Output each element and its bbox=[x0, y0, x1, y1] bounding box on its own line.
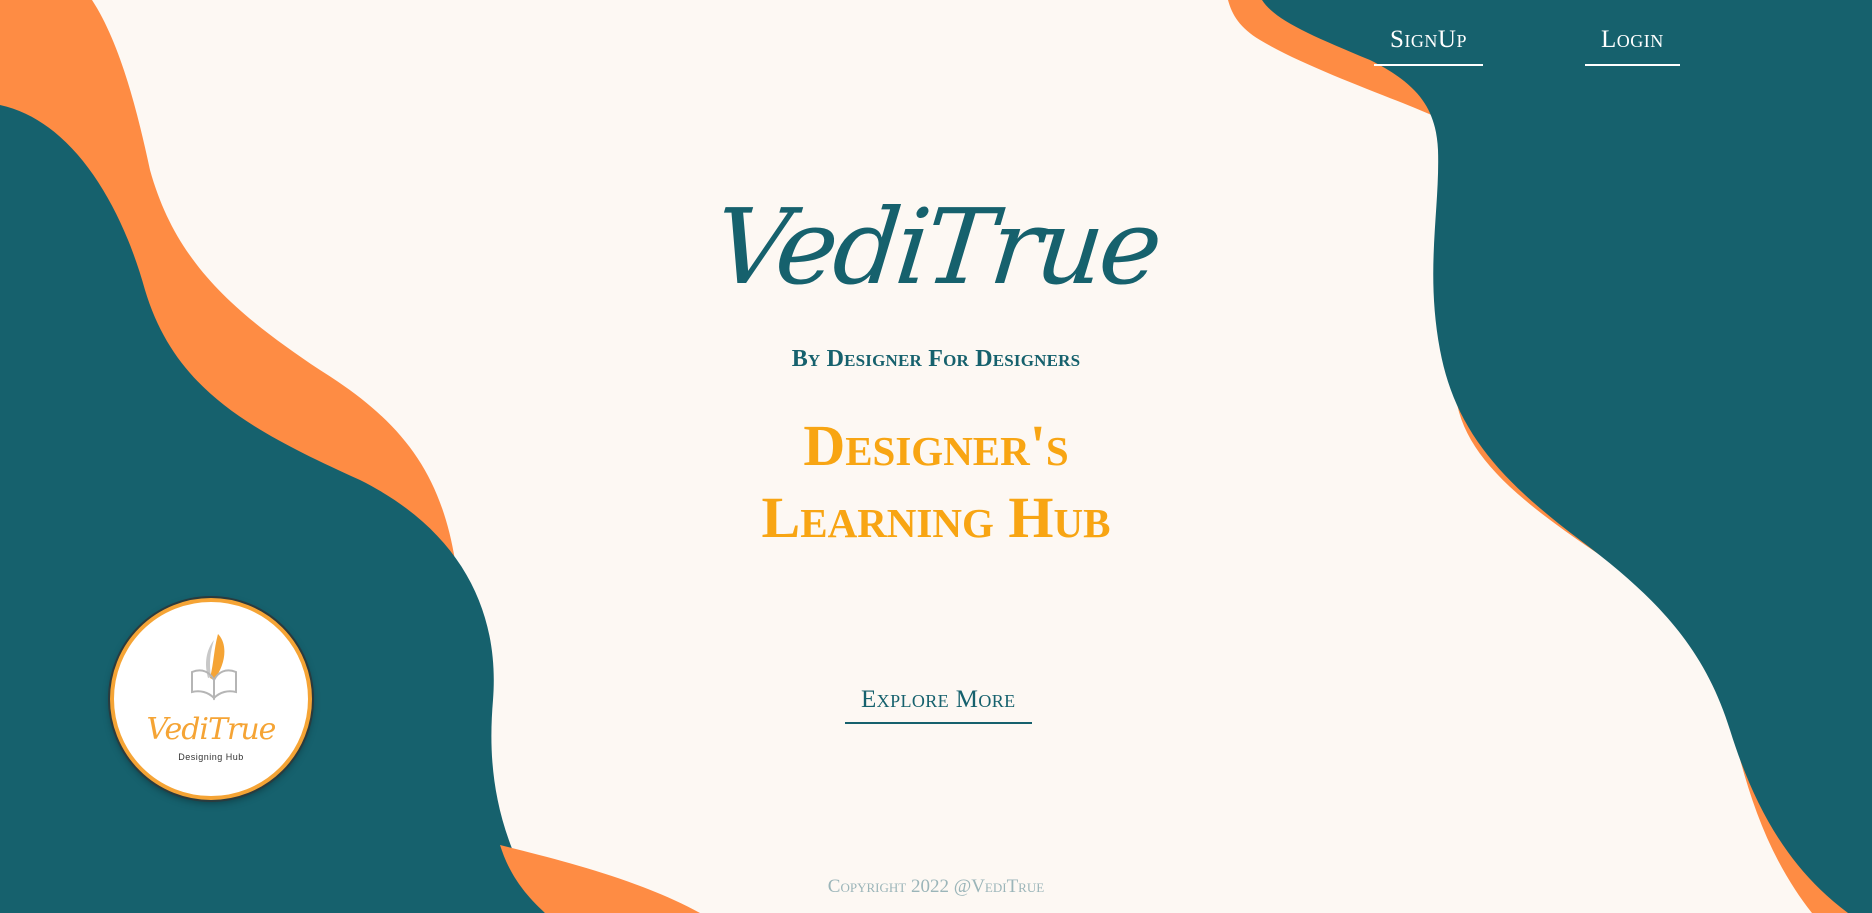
logo-subtitle: Designing Hub bbox=[178, 752, 244, 762]
copyright-footer: Copyright 2022 @VediTrue bbox=[827, 876, 1045, 897]
brand-title: VediTrue bbox=[708, 186, 1164, 308]
landing-page: SignUp Login VediTrue By Designer For De… bbox=[0, 0, 1872, 913]
quill-book-icon bbox=[191, 634, 237, 701]
logo-badge: VediTrue Designing Hub bbox=[110, 598, 312, 800]
brand-wrap: VediTrue bbox=[0, 186, 1872, 308]
headline: Designer's Learning Hub bbox=[0, 410, 1872, 554]
signup-link[interactable]: SignUp bbox=[1374, 26, 1483, 66]
headline-line-1: Designer's bbox=[803, 413, 1069, 478]
login-link[interactable]: Login bbox=[1585, 26, 1680, 66]
explore-more-button[interactable]: Explore More bbox=[845, 686, 1032, 724]
tagline: By Designer For Designers bbox=[791, 346, 1081, 372]
logo-name: VediTrue bbox=[146, 712, 277, 747]
headline-line-2: Learning Hub bbox=[761, 485, 1111, 550]
